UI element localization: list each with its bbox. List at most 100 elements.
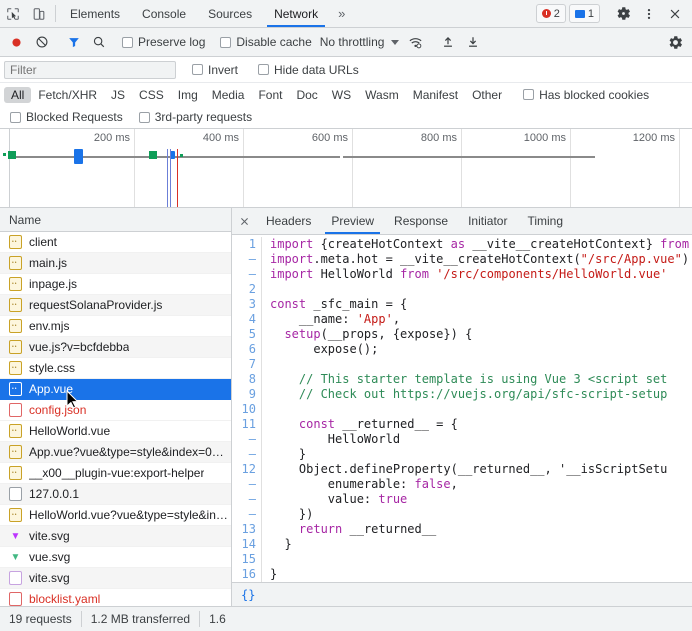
type-filter-font[interactable]: Font <box>251 87 289 103</box>
code-line-number: – <box>248 447 256 461</box>
pretty-print-label: {} <box>241 587 256 602</box>
wifi-settings-icon[interactable] <box>403 30 428 54</box>
detail-tab-timing[interactable]: Timing <box>517 208 573 234</box>
tab-network[interactable]: Network <box>263 0 329 27</box>
type-filter-js[interactable]: JS <box>104 87 132 103</box>
type-filter-wasm[interactable]: Wasm <box>358 87 406 103</box>
type-filter-img[interactable]: Img <box>171 87 205 103</box>
request-row-inpage-js[interactable]: •• inpage.js <box>0 274 231 295</box>
type-filter-media[interactable]: Media <box>205 87 252 103</box>
invert-checkbox[interactable]: Invert <box>188 63 242 77</box>
panel-tabs: Elements Console Sources Network <box>59 0 329 27</box>
filter-row: Invert Hide data URLs <box>0 57 692 83</box>
funnel-icon[interactable] <box>61 30 86 54</box>
tab-overflow-icon[interactable]: » <box>329 0 354 27</box>
request-list-header[interactable]: Name <box>0 208 231 232</box>
clear-circle-slash-icon[interactable] <box>29 30 54 54</box>
request-row-vue-svg[interactable]: ▼ vue.svg <box>0 547 231 568</box>
type-filter-doc[interactable]: Doc <box>289 87 324 103</box>
type-filter-css[interactable]: CSS <box>132 87 171 103</box>
code-line-number: – <box>248 252 256 266</box>
request-row-helloworld-vue-style[interactable]: •• HelloWorld.vue?vue&type=style&in… <box>0 505 231 526</box>
request-row-app-vue[interactable]: •• App.vue <box>0 379 231 400</box>
request-row-plugin-vue-export-helper[interactable]: •• __x00__plugin-vue:export-helper <box>0 463 231 484</box>
pretty-print-button[interactable]: {} <box>232 582 692 606</box>
request-name: vite.svg <box>29 529 70 543</box>
request-row-vite-svg-2[interactable]: vite.svg <box>0 568 231 589</box>
type-filter-manifest[interactable]: Manifest <box>406 87 465 103</box>
hide-data-urls-checkbox[interactable]: Hide data URLs <box>254 63 363 77</box>
request-row-style-css[interactable]: •• style.css <box>0 358 231 379</box>
request-name: client <box>29 235 58 249</box>
type-label: Img <box>177 87 198 102</box>
close-icon[interactable] <box>662 7 688 21</box>
close-detail-icon[interactable] <box>232 208 256 234</box>
network-settings-gear-icon[interactable] <box>663 30 688 54</box>
type-label: Font <box>258 87 283 102</box>
tab-console[interactable]: Console <box>131 0 197 27</box>
vertical-dots-icon[interactable] <box>636 7 662 21</box>
detail-tab-preview[interactable]: Preview <box>321 208 384 234</box>
preserve-log-checkbox[interactable]: Preserve log <box>118 35 209 49</box>
request-row-env-mjs[interactable]: •• env.mjs <box>0 316 231 337</box>
detail-tab-response[interactable]: Response <box>384 208 458 234</box>
code-line: const _sfc_main = { <box>270 297 408 311</box>
tab-sources[interactable]: Sources <box>197 0 263 27</box>
type-filter-ws[interactable]: WS <box>325 87 358 103</box>
network-toolbar: Preserve log Disable cache No throttling <box>0 28 692 57</box>
device-toolbar-icon[interactable] <box>26 0 52 27</box>
type-filter-all[interactable]: All <box>4 86 32 103</box>
request-row-127-0-0-1[interactable]: 127.0.0.1 <box>0 484 231 505</box>
preview-code-viewer[interactable]: 1––234567891011––12–––13141516171819–– i… <box>232 235 692 606</box>
error-count-badge[interactable]: 2 <box>535 4 566 23</box>
has-blocked-cookies-checkbox[interactable]: Has blocked cookies <box>519 88 653 102</box>
search-icon[interactable] <box>86 30 111 54</box>
invert-label: Invert <box>208 62 239 77</box>
code-line-number: 8 <box>248 372 256 386</box>
inspect-cursor-icon[interactable] <box>0 0 26 27</box>
type-label: Other <box>472 87 503 102</box>
type-label: Manifest <box>412 87 459 102</box>
tabbar-right-actions: 2 1 <box>535 0 692 27</box>
detail-tab-headers[interactable]: Headers <box>256 208 321 234</box>
request-row-client[interactable]: •• client <box>0 232 231 253</box>
request-row-app-vue-style[interactable]: •• App.vue?vue&type=style&index=0… <box>0 442 231 463</box>
js-file-icon: •• <box>9 445 22 459</box>
js-file-icon: •• <box>9 382 22 396</box>
code-line-number: 14 <box>241 537 256 551</box>
js-file-icon: •• <box>9 424 22 438</box>
request-list[interactable]: •• client •• main.js •• inpage.js •• req… <box>0 232 231 606</box>
download-arrow-icon[interactable] <box>460 30 485 54</box>
type-filter-fetchxhr[interactable]: Fetch/XHR <box>31 87 104 103</box>
request-row-requestsolanaprovider-js[interactable]: •• requestSolanaProvider.js <box>0 295 231 316</box>
request-row-vite-svg[interactable]: ▼ vite.svg <box>0 526 231 547</box>
request-row-main-js[interactable]: •• main.js <box>0 253 231 274</box>
code-line-number: 11 <box>241 417 256 431</box>
detail-tab-initiator[interactable]: Initiator <box>458 208 517 234</box>
code-line: } <box>270 537 292 551</box>
upload-arrow-icon[interactable] <box>435 30 460 54</box>
network-overview-timeline[interactable]: 200 ms 400 ms 600 ms 800 ms 1000 ms 1200… <box>0 129 692 208</box>
code-line-number: 6 <box>248 342 256 356</box>
disable-cache-checkbox[interactable]: Disable cache <box>216 35 315 49</box>
request-row-helloworld-vue[interactable]: •• HelloWorld.vue <box>0 421 231 442</box>
code-line-number: 15 <box>241 552 256 566</box>
status-resources: 1.6 <box>209 612 226 626</box>
request-row-vue-js[interactable]: •• vue.js?v=bcfdebba <box>0 337 231 358</box>
gear-icon[interactable] <box>610 6 636 21</box>
third-party-requests-checkbox[interactable]: 3rd-party requests <box>135 110 256 124</box>
tab-elements[interactable]: Elements <box>59 0 131 27</box>
type-filter-row: All Fetch/XHR JS CSS Img Media Font Doc … <box>0 83 692 106</box>
detail-tabbar: Headers Preview Response Initiator Timin… <box>232 208 692 235</box>
code-line: __name: 'App', <box>270 312 401 326</box>
message-count-badge[interactable]: 1 <box>568 4 600 23</box>
request-row-blocklist-yaml[interactable]: blocklist.yaml <box>0 589 231 606</box>
request-row-config-json[interactable]: config.json <box>0 400 231 421</box>
type-filter-other[interactable]: Other <box>465 87 509 103</box>
throttling-dropdown[interactable]: No throttling <box>316 35 404 49</box>
blocked-requests-checkbox[interactable]: Blocked Requests <box>6 110 127 124</box>
record-circle-icon[interactable] <box>4 30 29 54</box>
filter-input[interactable] <box>4 60 176 79</box>
message-count-label: 1 <box>587 7 594 20</box>
type-label: Doc <box>296 87 318 102</box>
